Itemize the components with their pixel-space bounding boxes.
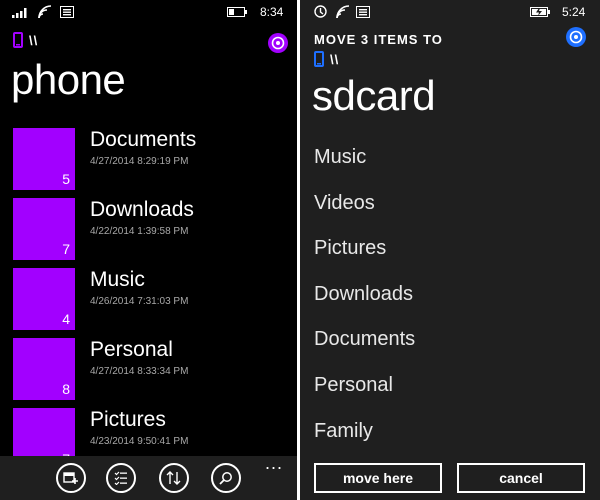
- sort-icon: [166, 471, 181, 485]
- folder-item-personal[interactable]: 8 Personal 4/27/2014 8:33:34 PM: [13, 338, 293, 400]
- destination-item-pictures[interactable]: Pictures: [314, 237, 386, 260]
- page-title: phone: [11, 56, 126, 103]
- destination-item-family[interactable]: Family: [314, 420, 373, 443]
- folder-tile: 7: [13, 198, 75, 260]
- folder-tile: 8: [13, 338, 75, 400]
- new-folder-button[interactable]: [56, 463, 86, 493]
- app-bar: ...: [0, 454, 297, 500]
- move-here-button[interactable]: move here: [314, 463, 442, 493]
- item-count: 5: [62, 171, 70, 187]
- phone-screen-right: 5:24 MOVE 3 ITEMS TO \\ sdcard Music Vid…: [300, 0, 600, 500]
- battery-charging-icon: [530, 7, 550, 17]
- battery-icon: [227, 7, 247, 17]
- item-count: 8: [62, 381, 70, 397]
- search-button[interactable]: [211, 463, 241, 493]
- cancel-button[interactable]: cancel: [457, 463, 585, 493]
- sort-button[interactable]: [159, 463, 189, 493]
- breadcrumb[interactable]: \\: [13, 32, 38, 48]
- more-icon[interactable]: ...: [265, 454, 283, 472]
- phone-icon: [314, 51, 324, 67]
- folder-name: Music: [90, 268, 145, 291]
- search-icon: [219, 472, 232, 485]
- clock: 8:34: [260, 5, 284, 19]
- destination-item-downloads[interactable]: Downloads: [314, 283, 413, 306]
- folder-item-documents[interactable]: 5 Documents 4/27/2014 8:29:19 PM: [13, 128, 293, 190]
- breadcrumb[interactable]: \\: [314, 51, 339, 67]
- wifi-icon: [336, 5, 350, 19]
- status-bar: 5:24: [300, 0, 600, 24]
- folder-date: 4/27/2014 8:29:19 PM: [90, 156, 189, 167]
- folder-tile: 5: [13, 128, 75, 190]
- phone-icon: [13, 32, 23, 48]
- phone-screen-left: 8:34 \\ phone 5 Documents 4/27/2014 8:29…: [0, 0, 297, 500]
- destination-item-documents[interactable]: Documents: [314, 328, 415, 351]
- select-icon: [114, 471, 127, 485]
- destination-item-music[interactable]: Music: [314, 146, 366, 169]
- item-count: 4: [62, 311, 70, 327]
- folder-date: 4/22/2014 1:39:58 PM: [90, 226, 189, 237]
- breadcrumb-path: \\: [29, 32, 39, 48]
- select-button[interactable]: [106, 463, 136, 493]
- message-icon: [60, 6, 74, 18]
- folder-name: Documents: [90, 128, 197, 151]
- clock: 5:24: [562, 5, 586, 19]
- item-count: 7: [62, 241, 70, 257]
- folder-item-downloads[interactable]: 7 Downloads 4/22/2014 1:39:58 PM: [13, 198, 293, 260]
- new-folder-icon: [63, 472, 78, 484]
- sync-icon[interactable]: [267, 32, 289, 54]
- folder-name: Personal: [90, 338, 173, 361]
- sync-icon[interactable]: [565, 26, 587, 48]
- folder-date: 4/23/2014 9:50:41 PM: [90, 436, 189, 447]
- destination-item-personal[interactable]: Personal: [314, 374, 393, 397]
- breadcrumb-path: \\: [330, 51, 340, 67]
- folder-name: Pictures: [90, 408, 166, 431]
- page-title: sdcard: [312, 72, 436, 119]
- move-header: MOVE 3 ITEMS TO: [314, 32, 443, 47]
- destination-item-videos[interactable]: Videos: [314, 192, 375, 215]
- folder-tile: 4: [13, 268, 75, 330]
- status-bar: 8:34: [0, 0, 297, 24]
- message-icon: [356, 6, 370, 18]
- folder-name: Downloads: [90, 198, 194, 221]
- signal-icon: [314, 5, 327, 18]
- signal-icon: [12, 8, 27, 18]
- folder-date: 4/26/2014 7:31:03 PM: [90, 296, 189, 307]
- folder-item-music[interactable]: 4 Music 4/26/2014 7:31:03 PM: [13, 268, 293, 330]
- folder-date: 4/27/2014 8:33:34 PM: [90, 366, 189, 377]
- wifi-icon: [38, 5, 52, 19]
